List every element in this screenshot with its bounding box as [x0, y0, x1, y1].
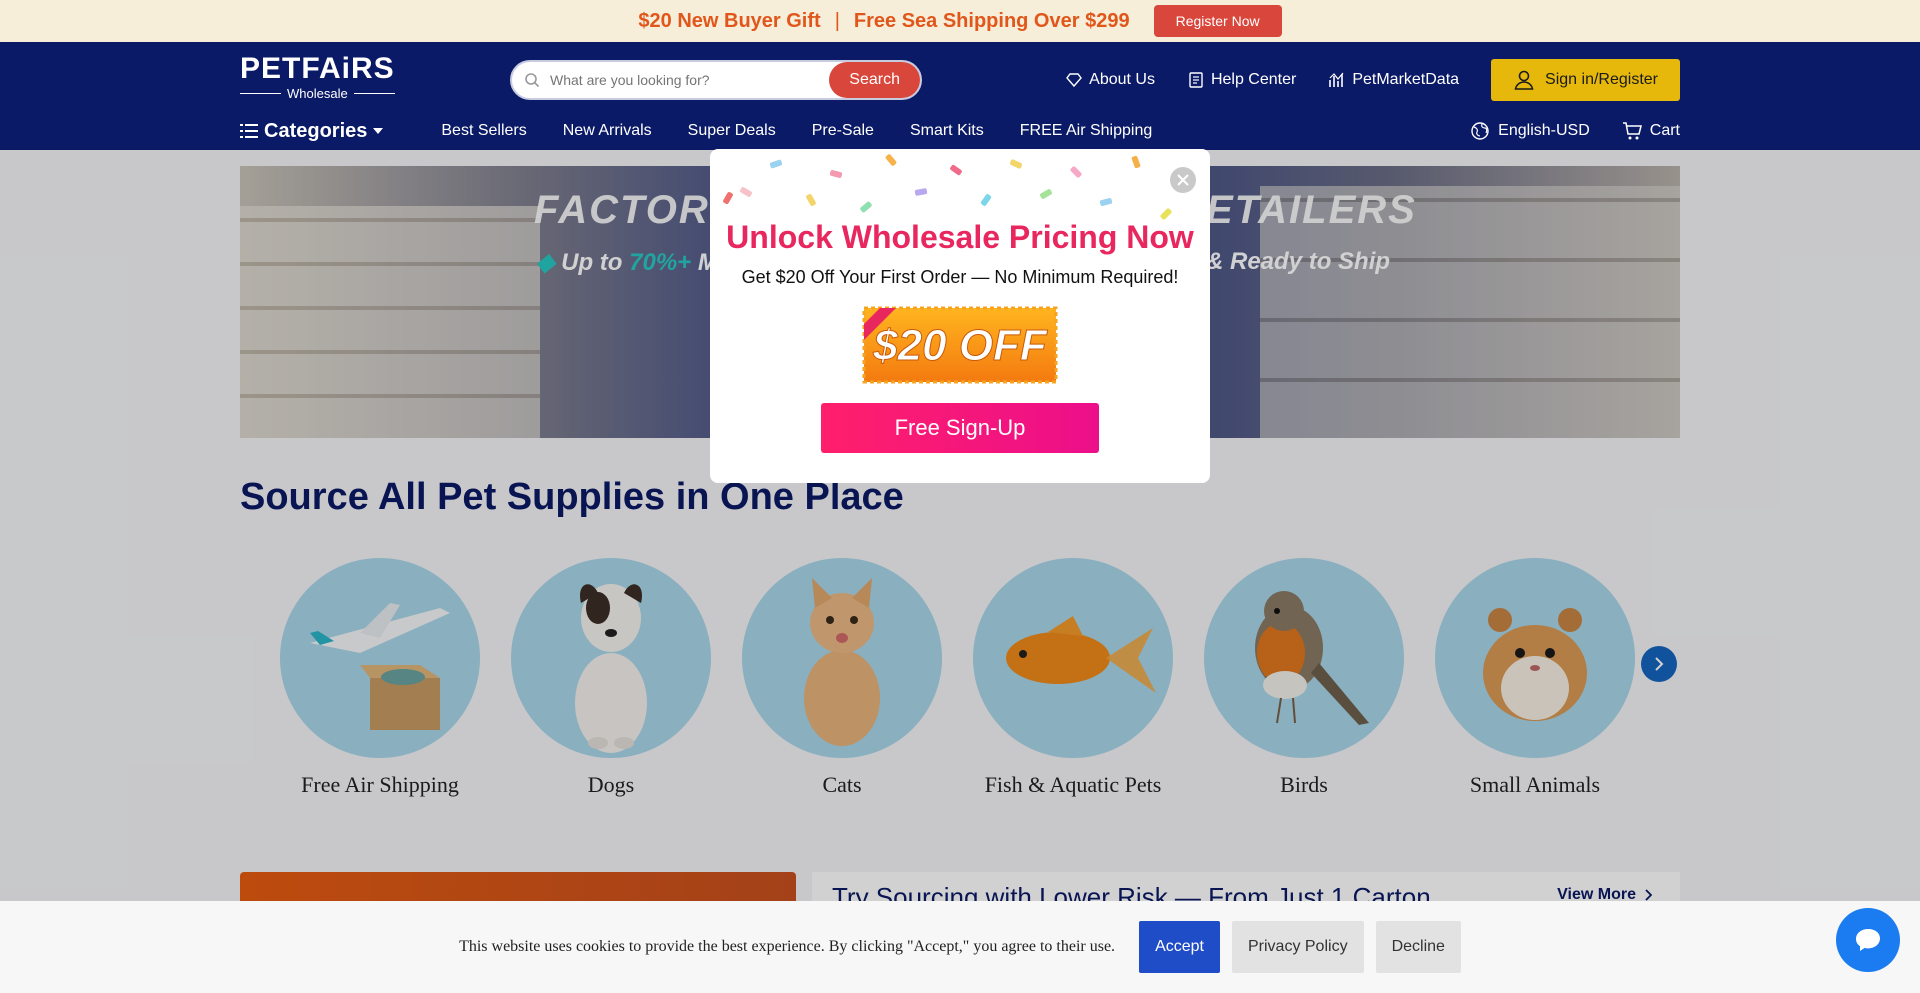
promo-gift-text: $20 New Buyer Gift: [638, 9, 821, 32]
logo-sub-text: Wholesale: [240, 86, 395, 101]
main-nav: Categories Best Sellers New Arrivals Sup…: [240, 116, 1680, 146]
cart-icon: [1622, 122, 1642, 140]
help-center-link[interactable]: Help Center: [1187, 71, 1296, 89]
signup-modal: Unlock Wholesale Pricing Now Get $20 Off…: [710, 149, 1210, 483]
categories-label: Categories: [264, 119, 368, 142]
nav-item-pre-sale[interactable]: Pre-Sale: [812, 122, 874, 140]
search-button[interactable]: Search: [829, 62, 920, 98]
language-label: English-USD: [1498, 122, 1590, 139]
list-icon: [240, 124, 258, 138]
logo-main-text: PETFAiRS: [240, 52, 395, 85]
coupon-badge: $20 OFF: [862, 306, 1058, 384]
chat-bubble-icon: [1856, 929, 1880, 951]
about-us-label: About Us: [1089, 71, 1155, 88]
globe-icon: [1471, 122, 1489, 140]
promo-separator: |: [834, 9, 840, 32]
nav-right: English-USD Cart: [1470, 121, 1680, 141]
language-currency-selector[interactable]: English-USD: [1470, 121, 1590, 141]
nav-item-free-air-shipping[interactable]: FREE Air Shipping: [1020, 122, 1153, 140]
coupon-text: $20 OFF: [872, 321, 1048, 370]
cart-label: Cart: [1649, 122, 1680, 139]
sign-in-register-button[interactable]: Sign in/Register: [1491, 59, 1680, 101]
free-signup-button[interactable]: Free Sign-Up: [821, 403, 1099, 453]
search-bar: Search: [510, 60, 922, 100]
help-center-label: Help Center: [1210, 71, 1297, 88]
cookie-accept-button[interactable]: Accept: [1139, 921, 1220, 973]
cart-link[interactable]: Cart: [1622, 121, 1680, 141]
nav-item-smart-kits[interactable]: Smart Kits: [910, 122, 984, 140]
logo-sub-label: Wholesale: [287, 86, 348, 101]
document-icon: [1189, 72, 1203, 88]
cookie-consent-bar: This website uses cookies to provide the…: [0, 901, 1920, 993]
user-icon: [1514, 70, 1534, 90]
cookie-message: This website uses cookies to provide the…: [459, 938, 1116, 955]
nav-items: Best Sellers New Arrivals Super Deals Pr…: [441, 122, 1152, 140]
diamond-icon: [1066, 73, 1083, 88]
bar-chart-icon: [1329, 72, 1344, 87]
caret-down-icon: [373, 128, 384, 134]
promo-shipping-text: Free Sea Shipping Over $299: [853, 9, 1130, 32]
search-input[interactable]: [550, 72, 830, 88]
privacy-policy-button[interactable]: Privacy Policy: [1231, 921, 1364, 973]
modal-close-button[interactable]: [1170, 167, 1196, 193]
site-logo[interactable]: PETFAiRS Wholesale: [240, 52, 395, 102]
promo-bar: $20 New Buyer Gift | Free Sea Shipping O…: [0, 0, 1920, 42]
close-icon: [1177, 174, 1189, 186]
modal-subtitle: Get $20 Off Your First Order — No Minimu…: [741, 267, 1179, 287]
nav-item-new-arrivals[interactable]: New Arrivals: [563, 122, 652, 140]
cookie-decline-button[interactable]: Decline: [1375, 921, 1461, 973]
register-now-button[interactable]: Register Now: [1153, 5, 1282, 37]
nav-item-super-deals[interactable]: Super Deals: [688, 122, 776, 140]
site-header: PETFAiRS Wholesale Search About Us Help …: [0, 42, 1920, 150]
pet-market-data-label: PetMarketData: [1352, 71, 1460, 88]
pet-market-data-link[interactable]: PetMarketData: [1328, 71, 1459, 89]
about-us-link[interactable]: About Us: [1065, 71, 1155, 89]
chat-button[interactable]: [1836, 908, 1900, 972]
sign-in-register-label: Sign in/Register: [1545, 71, 1658, 88]
categories-menu[interactable]: Categories: [240, 119, 384, 143]
nav-item-best-sellers[interactable]: Best Sellers: [441, 122, 526, 140]
search-icon: [525, 73, 540, 88]
header-links: About Us Help Center PetMarketData Sign …: [1065, 59, 1680, 101]
modal-title: Unlock Wholesale Pricing Now: [726, 219, 1194, 255]
